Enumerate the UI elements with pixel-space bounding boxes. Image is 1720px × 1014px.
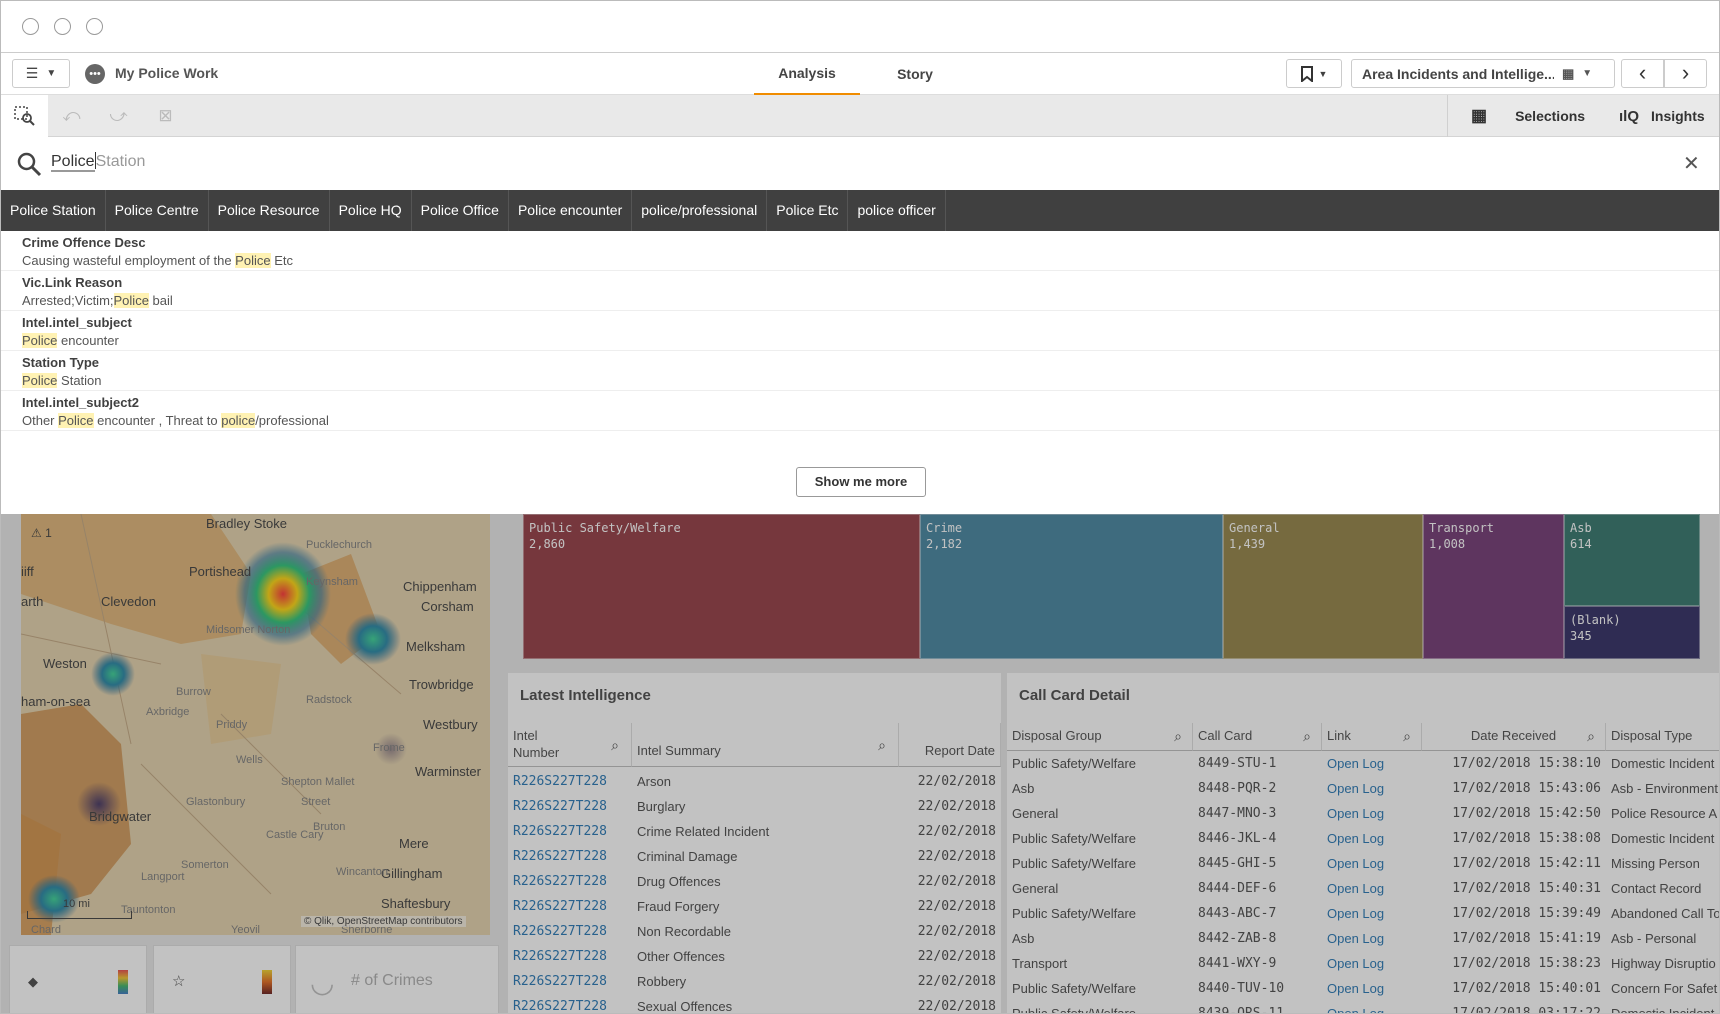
suggestion-chip[interactable]: Police Etc — [767, 190, 849, 231]
sheet-title: Area Incidents and Intellige... — [1362, 65, 1554, 82]
result-value-part: Police — [58, 413, 94, 428]
suggestion-chip[interactable]: Police HQ — [330, 190, 412, 231]
selection-toolbar: ⤺ ⤻ ⊠ ▦ Selections ılQ Insights — [1, 95, 1719, 137]
tab-analysis[interactable]: Analysis — [754, 53, 860, 95]
clear-selections-button[interactable]: ⊠ — [142, 95, 189, 137]
result-value-part: Causing wasteful employment of the — [22, 253, 236, 268]
insights-icon: ılQ — [1619, 107, 1640, 125]
bookmark-icon — [1300, 65, 1313, 82]
step-forward-button[interactable]: ⤻ — [95, 95, 142, 137]
window-titlebar — [1, 1, 1719, 53]
result-value-part: Police — [235, 253, 271, 268]
chevron-down-icon: ▼ — [1582, 68, 1593, 79]
suggestion-chip[interactable]: Police Station — [1, 190, 106, 231]
suggestion-chip[interactable]: Police Resource — [209, 190, 330, 231]
result-value-part: Other — [22, 413, 59, 428]
previous-sheet-button[interactable]: ‹ — [1621, 59, 1664, 88]
result-field-name: Station Type — [22, 355, 100, 370]
suggestion-chip[interactable]: Police Office — [412, 190, 509, 231]
result-field-name: Crime Offence Desc — [22, 235, 146, 250]
top-nav: ☰ ▼ ••• My Police Work Analysis Story ▼ … — [1, 53, 1719, 95]
search-typed-text: Police — [51, 153, 95, 172]
result-value-part: /professional — [255, 413, 329, 428]
result-value-part: Arrested;Victim; — [22, 293, 114, 308]
result-value-part: police — [221, 413, 256, 428]
window-maximize-dot[interactable] — [86, 18, 103, 35]
result-value: Causing wasteful employment of the Polic… — [22, 253, 1719, 268]
search-suggestions: Police Station Police Centre Police Resour… — [1, 190, 1719, 231]
show-more-button[interactable]: Show me more — [796, 467, 926, 497]
search-result-item[interactable]: Vic.Link Reason Arrested;Victim;Police ba… — [1, 271, 1719, 311]
result-field-name: Intel.intel_subject — [22, 315, 132, 330]
toolbar-divider — [1447, 95, 1448, 137]
app-name: My Police Work — [115, 65, 219, 81]
result-value-part: Police — [113, 293, 149, 308]
search-result-item[interactable]: Intel.intel_subject Police encounter — [1, 311, 1719, 351]
result-value: Other Police encounter , Threat to polic… — [22, 413, 1719, 428]
suggestion-chip[interactable]: Police Centre — [106, 190, 209, 231]
global-menu-button[interactable]: ☰ ▼ — [12, 59, 70, 88]
insights-label: Insights — [1651, 108, 1705, 124]
result-value-part: encounter — [57, 333, 119, 348]
search-autocomplete-text: Station — [95, 153, 146, 170]
result-value-part: Police — [22, 333, 58, 348]
grid-icon: ▦ — [1471, 106, 1488, 125]
suggestion-chip[interactable]: police officer — [848, 190, 946, 231]
search-input[interactable]: PoliceStation — [51, 152, 146, 172]
result-value: Arrested;Victim;Police bail — [22, 293, 1719, 308]
app-icon: ••• — [85, 64, 105, 84]
clear-icon: ⊠ — [158, 106, 173, 125]
result-value-part: bail — [148, 293, 173, 308]
selections-label: Selections — [1515, 108, 1586, 124]
result-value-part: Police — [22, 373, 58, 388]
undo-icon: ⤺ — [62, 106, 81, 125]
chevron-down-icon: ▼ — [46, 68, 57, 79]
search-icon — [17, 152, 42, 177]
search-result-item[interactable]: Crime Offence Desc Causing wasteful emplo… — [1, 231, 1719, 271]
smart-search-button[interactable] — [1, 95, 48, 137]
search-result-item[interactable]: Station Type Police Station — [1, 351, 1719, 391]
result-value: Police Station — [22, 373, 1719, 388]
step-back-button[interactable]: ⤺ — [48, 95, 95, 137]
selections-button[interactable]: ▦ Selections — [1471, 95, 1585, 137]
browser-window: ☰ ▼ ••• My Police Work Analysis Story ▼ … — [0, 0, 1720, 1014]
result-value: Police encounter — [22, 333, 1719, 348]
result-field-name: Intel.intel_subject2 — [22, 395, 140, 410]
bookmarks-button[interactable]: ▼ — [1286, 59, 1342, 88]
hamburger-icon: ☰ — [25, 65, 39, 81]
window-minimize-dot[interactable] — [54, 18, 71, 35]
result-field-name: Vic.Link Reason — [22, 275, 123, 290]
close-icon[interactable]: ✕ — [1683, 151, 1700, 176]
search-result-item[interactable]: Intel.intel_subject2 Other Police encount… — [1, 391, 1719, 431]
tab-story[interactable]: Story — [862, 53, 968, 95]
sheet-selector[interactable]: Area Incidents and Intellige... ▦ ▼ — [1351, 59, 1615, 88]
smart-search-icon — [13, 106, 35, 126]
result-value-part: Station — [57, 373, 102, 388]
next-sheet-button[interactable]: › — [1664, 59, 1707, 88]
result-value-part: Etc — [270, 253, 293, 268]
modal-dim-overlay — [1, 514, 1719, 1013]
redo-icon: ⤻ — [109, 106, 128, 125]
suggestion-chip[interactable]: Police encounter — [509, 190, 633, 231]
window-close-dot[interactable] — [22, 18, 39, 35]
chevron-down-icon: ▼ — [1318, 68, 1328, 79]
insights-button[interactable]: ılQ Insights — [1619, 95, 1705, 137]
suggestion-chip[interactable]: police/professional — [632, 190, 768, 231]
sheet-icon: ▦ — [1562, 65, 1575, 81]
result-value-part: encounter , Threat to — [93, 413, 222, 428]
smart-search-bar: PoliceStation ✕ — [1, 137, 1719, 190]
